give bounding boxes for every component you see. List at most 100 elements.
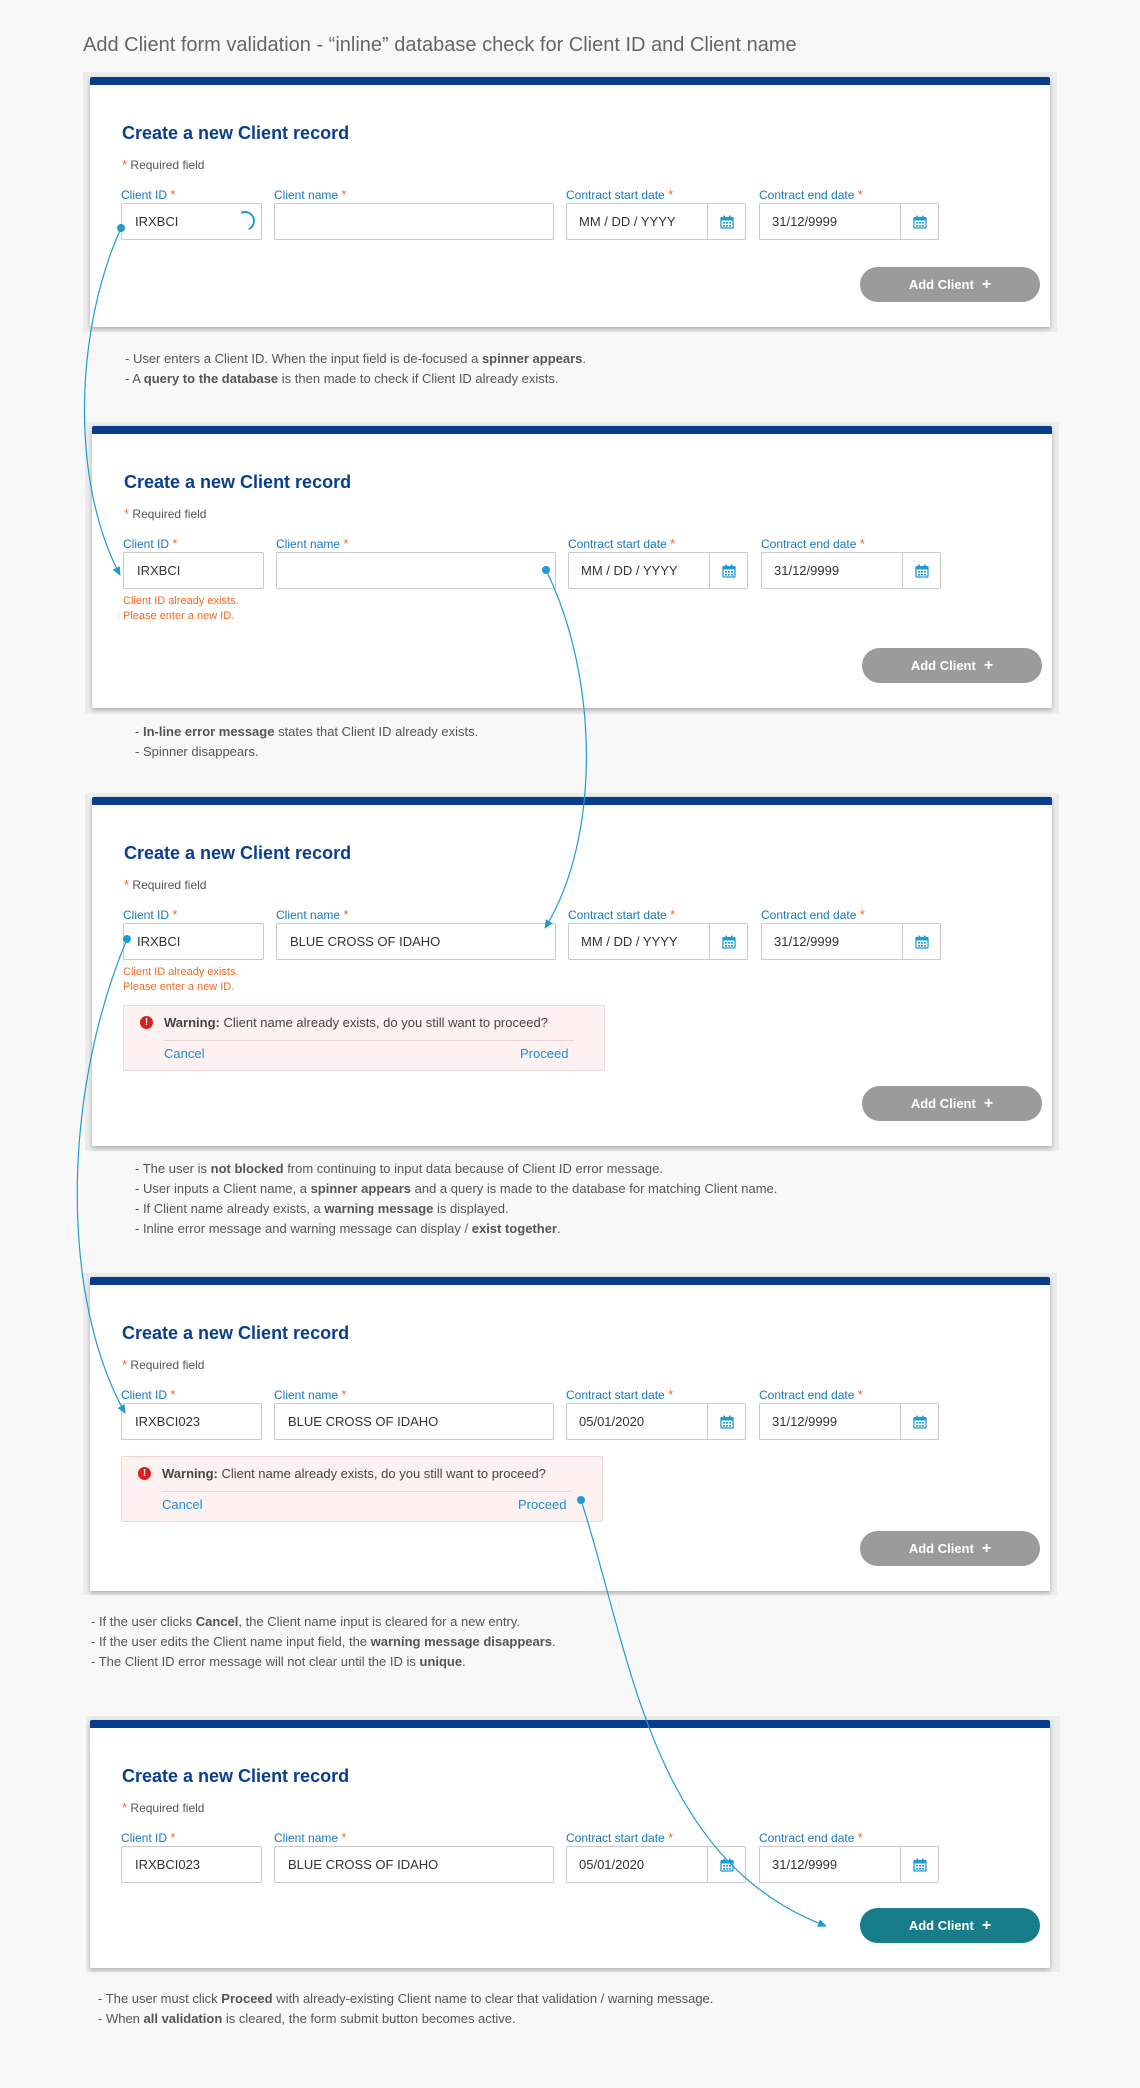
client-name-input[interactable] [274, 203, 554, 240]
required-star: * [170, 187, 176, 202]
note-emphasis: query to the database [143, 371, 279, 386]
add-client-label: Add Client [908, 1541, 974, 1556]
required-star: * [343, 907, 349, 922]
note-line: - If the user edits the Client name inpu… [91, 1632, 556, 1652]
error-line-1: Client ID already exists. [123, 595, 239, 607]
contract-end-date-input[interactable]: 31/12/9999 [774, 553, 839, 588]
end-date-label-text: Contract end date [761, 908, 857, 922]
contract-start-date-input[interactable]: MM / DD / YYYY [579, 204, 676, 239]
contract-end-date-input[interactable]: 31/12/9999 [772, 1847, 837, 1882]
note-emphasis: not blocked [210, 1161, 284, 1176]
add-client-label: Add Client [910, 1096, 976, 1111]
warning-cancel-button[interactable]: Cancel [164, 1046, 204, 1061]
note-line: - User inputs a Client name, a spinner a… [135, 1179, 777, 1199]
client-name-label: Client name * [274, 1387, 346, 1402]
contract-end-date-input[interactable]: 31/12/9999 [772, 1404, 837, 1439]
end-date-calendar-button[interactable] [900, 1404, 938, 1439]
required-star: * [170, 1830, 176, 1845]
client-name-input[interactable]: BLUE CROSS OF IDAHO [274, 1403, 554, 1440]
note-line: - A query to the database is then made t… [125, 369, 586, 389]
add-client-button[interactable]: Add Client + [860, 1531, 1040, 1566]
client-id-label: Client ID * [121, 1830, 175, 1845]
contract-start-date-field[interactable]: MM / DD / YYYY [566, 203, 746, 240]
warning-label: Warning: [162, 1466, 218, 1481]
end-date-label: Contract end date * [761, 907, 865, 922]
start-date-calendar-button[interactable] [709, 553, 747, 588]
add-client-button[interactable]: Add Client + [860, 1908, 1040, 1943]
end-date-label: Contract end date * [759, 1387, 863, 1402]
contract-start-date-input[interactable]: MM / DD / YYYY [581, 553, 678, 588]
plus-icon: + [983, 657, 994, 674]
client-id-input[interactable]: IRXBCI023 [121, 1846, 262, 1883]
contract-end-date-field[interactable]: 31/12/9999 [761, 923, 941, 960]
client-name-input[interactable]: BLUE CROSS OF IDAHO [274, 1846, 554, 1883]
client-id-input[interactable]: IRXBCI023 [121, 1403, 262, 1440]
note-line: - The Client ID error message will not c… [91, 1652, 556, 1672]
start-date-calendar-button[interactable] [707, 1847, 745, 1882]
warning-cancel-button[interactable]: Cancel [162, 1497, 202, 1512]
client-id-input[interactable]: IRXBCI [123, 552, 264, 589]
note-emphasis: warning message disappears [370, 1634, 553, 1649]
end-date-calendar-button[interactable] [902, 924, 940, 959]
warning-label: Warning: [164, 1015, 220, 1030]
start-date-label-text: Contract start date [568, 537, 667, 551]
calendar-icon [719, 215, 734, 229]
contract-start-date-field[interactable]: MM / DD / YYYY [568, 552, 748, 589]
client-id-label-text: Client ID [123, 537, 170, 551]
client-id-label-text: Client ID [121, 1388, 168, 1402]
end-date-calendar-button[interactable] [900, 204, 938, 239]
required-star: * [857, 187, 863, 202]
note-line: - The user must click Proceed with alrea… [98, 1989, 713, 2009]
add-client-button[interactable]: Add Client + [862, 648, 1042, 683]
client-name-input[interactable]: BLUE CROSS OF IDAHO [276, 923, 556, 960]
note-line: - Inline error message and warning messa… [135, 1219, 777, 1239]
step-notes: - If the user clicks Cancel, the Client … [91, 1612, 556, 1672]
start-date-label: Contract start date * [566, 1387, 673, 1402]
contract-end-date-field[interactable]: 31/12/9999 [759, 1846, 939, 1883]
start-date-label: Contract start date * [566, 187, 673, 202]
required-star: * [124, 506, 130, 521]
contract-start-date-input[interactable]: MM / DD / YYYY [581, 924, 678, 959]
client-name-warning: ! Warning: Client name already exists, do… [121, 1456, 603, 1522]
note-text: and a query is made to the database for … [411, 1181, 778, 1196]
contract-end-date-field[interactable]: 31/12/9999 [759, 203, 939, 240]
required-star: * [668, 1830, 674, 1845]
note-emphasis: Proceed [221, 1991, 273, 2006]
add-client-button[interactable]: Add Client + [860, 267, 1040, 302]
create-client-card: Create a new Client record * Required fie… [90, 1277, 1050, 1591]
required-star: * [668, 187, 674, 202]
client-id-label: Client ID * [123, 536, 177, 551]
end-date-calendar-button[interactable] [902, 553, 940, 588]
client-id-input[interactable]: IRXBCI [123, 923, 264, 960]
required-star: * [670, 536, 676, 551]
step-notes: - User enters a Client ID. When the inpu… [125, 349, 586, 389]
required-star: * [341, 187, 347, 202]
contract-start-date-input[interactable]: 05/01/2020 [579, 1404, 644, 1439]
contract-start-date-input[interactable]: 05/01/2020 [579, 1847, 644, 1882]
add-client-button[interactable]: Add Client + [862, 1086, 1042, 1121]
contract-end-date-input[interactable]: 31/12/9999 [772, 204, 837, 239]
start-date-calendar-button[interactable] [707, 1404, 745, 1439]
start-date-calendar-button[interactable] [709, 924, 747, 959]
contract-start-date-field[interactable]: MM / DD / YYYY [568, 923, 748, 960]
warning-proceed-button[interactable]: Proceed [520, 1046, 568, 1061]
start-date-calendar-button[interactable] [707, 204, 745, 239]
client-name-label-text: Client name [276, 537, 341, 551]
calendar-icon [914, 935, 929, 949]
contract-end-date-field[interactable]: 31/12/9999 [759, 1403, 939, 1440]
required-field-note: * Required field [122, 1357, 204, 1372]
contract-start-date-field[interactable]: 05/01/2020 [566, 1846, 746, 1883]
end-date-calendar-button[interactable] [900, 1847, 938, 1882]
calendar-icon [721, 564, 736, 578]
note-emphasis: unique [419, 1654, 463, 1669]
warning-proceed-button[interactable]: Proceed [518, 1497, 566, 1512]
contract-end-date-input[interactable]: 31/12/9999 [774, 924, 839, 959]
calendar-icon [912, 1858, 927, 1872]
add-client-label: Add Client [908, 1918, 974, 1933]
client-name-input[interactable] [276, 552, 556, 589]
error-line-2: Please enter a new ID. [123, 981, 235, 993]
contract-end-date-field[interactable]: 31/12/9999 [761, 552, 941, 589]
required-star: * [172, 536, 178, 551]
warning-divider [164, 1040, 574, 1041]
contract-start-date-field[interactable]: 05/01/2020 [566, 1403, 746, 1440]
